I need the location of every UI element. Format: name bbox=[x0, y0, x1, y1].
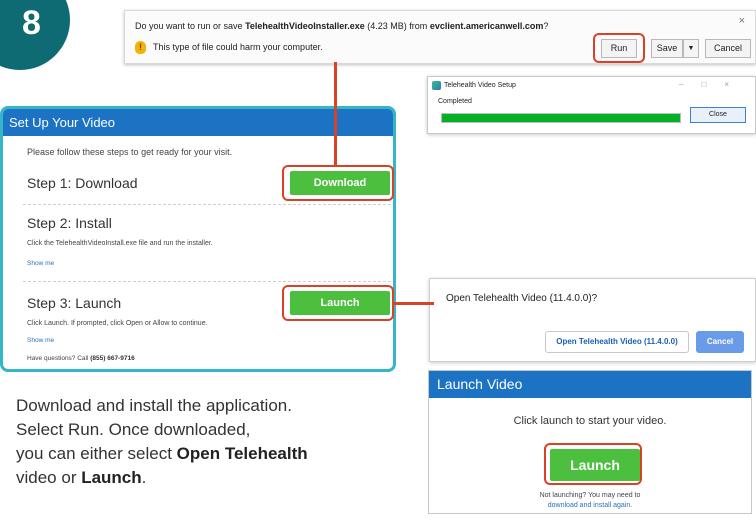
connector-line bbox=[334, 62, 337, 166]
window-controls[interactable]: –□× bbox=[679, 80, 747, 89]
launch-panel-title: Launch Video bbox=[437, 376, 523, 392]
instruction-line: video or Launch. bbox=[16, 468, 147, 487]
open-telehealth-button[interactable]: Open Telehealth Video (11.4.0.0) bbox=[545, 331, 689, 353]
shield-warning-icon: ! bbox=[135, 41, 146, 54]
download-notification-bar: Do you want to run or save TelehealthVid… bbox=[124, 10, 756, 64]
panel-title: Set Up Your Video bbox=[9, 115, 116, 130]
step-2-title: Step 2: Install bbox=[27, 215, 112, 231]
step-2-text: Click the TelehealthVideoInstall.exe fil… bbox=[27, 240, 213, 247]
app-icon bbox=[432, 81, 441, 90]
close-icon[interactable]: × bbox=[739, 15, 745, 27]
setup-status: Completed bbox=[438, 98, 472, 105]
download-source: evclient.americanwell.com bbox=[429, 21, 544, 31]
open-dialog-title: Open Telehealth Video (11.4.0.0)? bbox=[446, 293, 598, 304]
setup-dialog: Telehealth Video Setup –□× Completed Clo… bbox=[427, 76, 756, 134]
setup-video-panel: Set Up Your Video Please follow these st… bbox=[0, 106, 396, 372]
step-3-show-me-link[interactable]: Show me bbox=[27, 337, 54, 344]
divider bbox=[23, 281, 391, 282]
instruction-line: Select Run. Once downloaded, bbox=[16, 420, 251, 439]
launch-video-panel: Launch Video Click launch to start your … bbox=[428, 370, 752, 514]
close-button[interactable]: Close bbox=[690, 107, 746, 123]
save-options-dropdown[interactable]: ▼ bbox=[683, 39, 699, 58]
open-dialog-cancel-button[interactable]: Cancel bbox=[696, 331, 744, 353]
instruction-line: Download and install the application. bbox=[16, 396, 292, 415]
launch-step-highlight bbox=[282, 285, 394, 321]
download-again-link[interactable]: download and install again. bbox=[429, 502, 751, 509]
download-warning: This type of file could harm your comput… bbox=[153, 42, 323, 52]
instructions: Download and install the application. Se… bbox=[16, 394, 416, 490]
divider bbox=[23, 204, 391, 205]
launch-note: Not launching? You may need to bbox=[539, 492, 641, 499]
help-phone: (855) 667-9716 bbox=[90, 355, 135, 362]
cancel-button[interactable]: Cancel bbox=[705, 39, 751, 58]
progress-bar-fill bbox=[442, 114, 680, 122]
launch-message: Click launch to start your video. bbox=[513, 415, 667, 427]
download-highlight bbox=[282, 165, 394, 201]
step-3-text: Click Launch. If prompted, click Open or… bbox=[27, 320, 208, 327]
instruction-line: you can either select Open Telehealth bbox=[16, 444, 308, 463]
open-app-dialog: Open Telehealth Video (11.4.0.0)? Open T… bbox=[429, 278, 756, 362]
step-number: 8 bbox=[22, 4, 41, 42]
setup-dialog-title: Telehealth Video Setup bbox=[444, 82, 516, 89]
launch-video-highlight bbox=[544, 443, 642, 485]
progress-bar bbox=[441, 113, 681, 123]
step-1-title: Step 1: Download bbox=[27, 175, 138, 191]
run-highlight bbox=[593, 33, 645, 63]
step-2-show-me-link[interactable]: Show me bbox=[27, 260, 54, 267]
step-3-title: Step 3: Launch bbox=[27, 295, 122, 311]
connector-line bbox=[394, 302, 434, 305]
save-button[interactable]: Save bbox=[651, 39, 683, 58]
panel-intro: Please follow these steps to get ready f… bbox=[27, 147, 233, 157]
help-text: Have questions? Call (855) 667-9716 bbox=[27, 355, 135, 362]
file-name: TelehealthVideoInstaller.exe bbox=[245, 21, 365, 31]
launch-panel-header: Launch Video bbox=[429, 371, 751, 398]
download-question: Do you want to run or save TelehealthVid… bbox=[135, 21, 549, 31]
